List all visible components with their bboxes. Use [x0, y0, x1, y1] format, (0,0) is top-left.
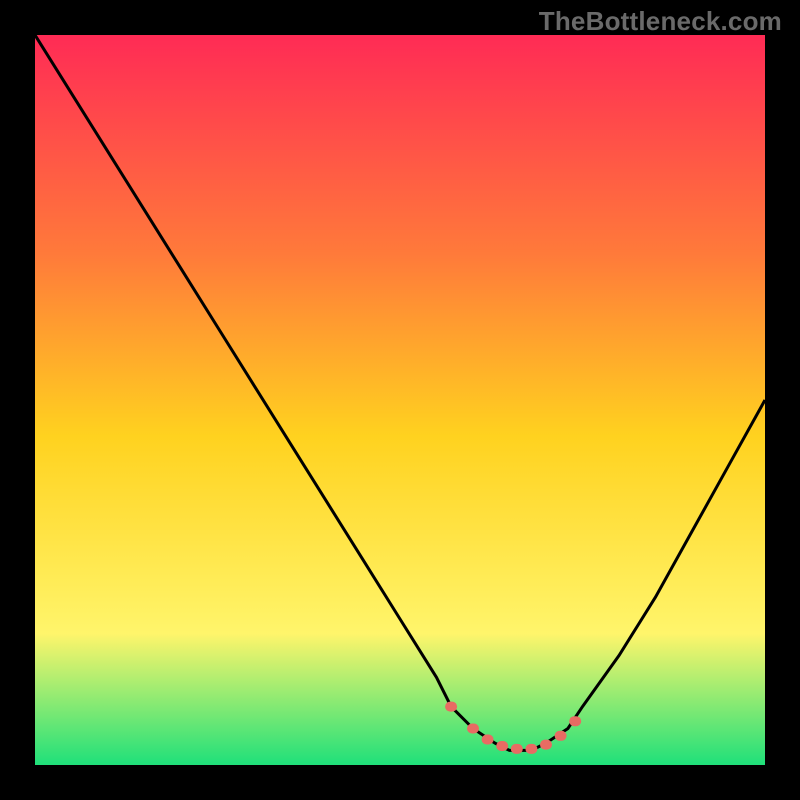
- optimal-marker: [511, 744, 523, 754]
- optimal-marker: [540, 740, 552, 750]
- gradient-background: [35, 35, 765, 765]
- optimal-marker: [555, 731, 567, 741]
- watermark-text: TheBottleneck.com: [539, 6, 782, 37]
- chart-frame: TheBottleneck.com: [0, 0, 800, 800]
- bottleneck-chart: [35, 35, 765, 765]
- optimal-marker: [445, 702, 457, 712]
- optimal-marker: [467, 724, 479, 734]
- optimal-marker: [482, 735, 494, 745]
- optimal-marker: [525, 744, 537, 754]
- optimal-marker: [569, 716, 581, 726]
- optimal-marker: [496, 741, 508, 751]
